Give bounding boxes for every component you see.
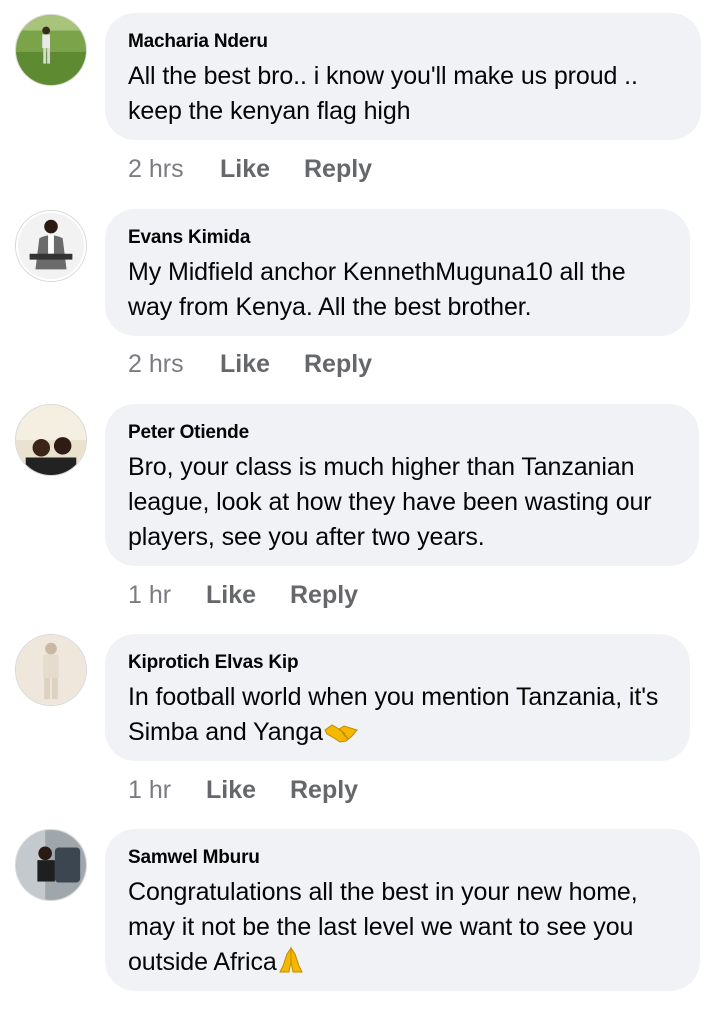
like-button[interactable]: Like: [206, 775, 290, 805]
comment-text: In football world when you mention Tanza…: [128, 680, 666, 754]
profile-photo-icon: [16, 15, 86, 85]
profile-photo-icon: [16, 830, 86, 900]
avatar[interactable]: [15, 14, 87, 86]
profile-photo-icon: [16, 405, 86, 475]
comment-text: Congratulations all the best in your new…: [128, 875, 676, 984]
comment-bubble: Macharia Nderu All the best bro.. i know…: [105, 13, 701, 140]
reply-button[interactable]: Reply: [304, 349, 372, 379]
comment-bubble: Evans Kimida My Midfield anchor KennethM…: [105, 209, 690, 336]
comment-actions: 1 hr Like Reply: [128, 775, 358, 805]
comment-actions: 1 hr Like Reply: [128, 580, 358, 610]
like-button[interactable]: Like: [206, 580, 290, 610]
comment-bubble: Peter Otiende Bro, your class is much hi…: [105, 404, 699, 566]
avatar[interactable]: [15, 829, 87, 901]
comment-author[interactable]: Peter Otiende: [128, 422, 675, 444]
avatar[interactable]: [15, 404, 87, 476]
comment-author[interactable]: Macharia Nderu: [128, 31, 677, 53]
comment-timestamp[interactable]: 1 hr: [128, 775, 206, 805]
folded-hands-emoji-icon: [278, 946, 304, 984]
reply-button[interactable]: Reply: [304, 154, 372, 184]
comment-timestamp[interactable]: 2 hrs: [128, 154, 220, 184]
comment-text: All the best bro.. i know you'll make us…: [128, 62, 638, 125]
profile-photo-icon: [16, 635, 86, 705]
comment-actions: 2 hrs Like Reply: [128, 154, 372, 184]
comment-text-body: Congratulations all the best in your new…: [128, 878, 638, 976]
like-button[interactable]: Like: [220, 154, 304, 184]
comment-bubble: Kiprotich Elvas Kip In football world wh…: [105, 634, 690, 761]
profile-photo-icon: [16, 211, 86, 281]
comment-author[interactable]: Kiprotich Elvas Kip: [128, 652, 666, 674]
comment-actions: 2 hrs Like Reply: [128, 349, 372, 379]
comment-timestamp[interactable]: 1 hr: [128, 580, 206, 610]
comment-text-body: In football world when you mention Tanza…: [128, 683, 659, 746]
reply-button[interactable]: Reply: [290, 580, 358, 610]
comment-author[interactable]: Evans Kimida: [128, 227, 666, 249]
comment-timestamp[interactable]: 2 hrs: [128, 349, 220, 379]
comment-bubble: Samwel Mburu Congratulations all the bes…: [105, 829, 700, 991]
comment-text: My Midfield anchor KennethMuguna10 all t…: [128, 258, 626, 321]
comment-author[interactable]: Samwel Mburu: [128, 847, 676, 869]
comment-text: Bro, your class is much higher than Tanz…: [128, 453, 652, 551]
reply-button[interactable]: Reply: [290, 775, 358, 805]
avatar[interactable]: [15, 210, 87, 282]
handshake-emoji-icon: [324, 719, 358, 754]
like-button[interactable]: Like: [220, 349, 304, 379]
comment-actions-partial: [128, 1002, 228, 1010]
avatar[interactable]: [15, 634, 87, 706]
